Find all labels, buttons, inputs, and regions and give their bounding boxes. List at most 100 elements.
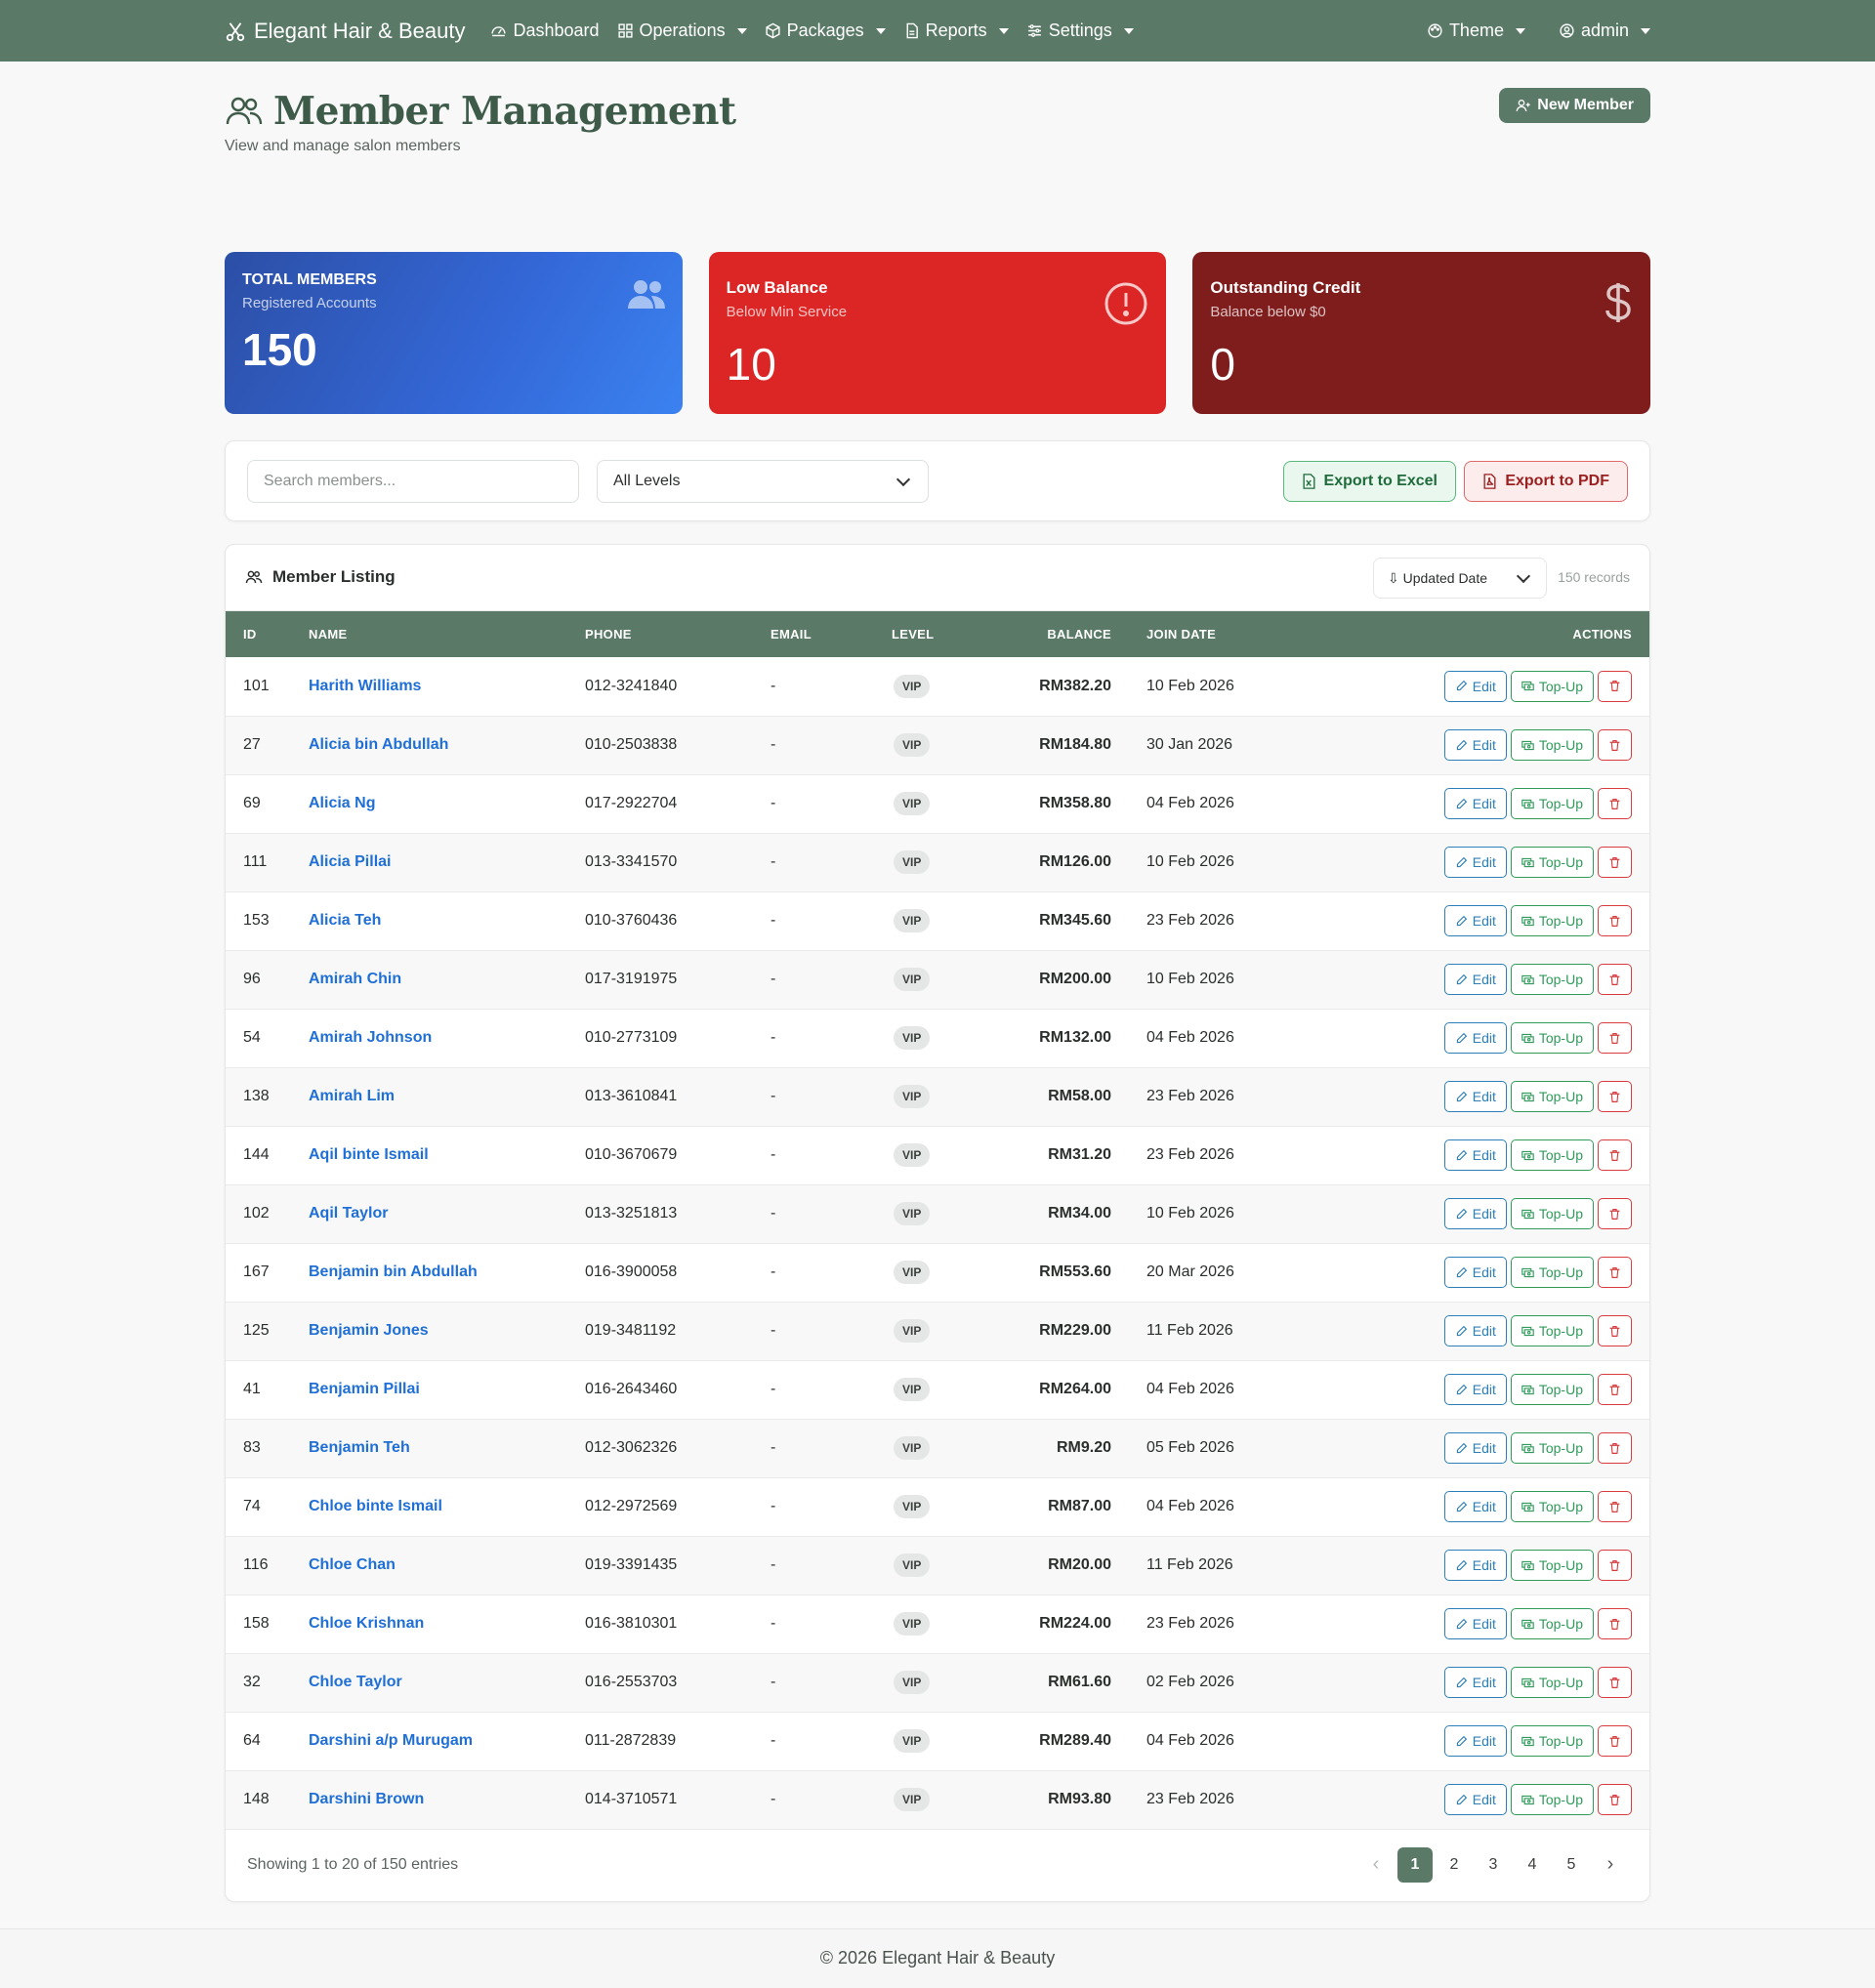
next-page-icon[interactable]: › (1593, 1847, 1628, 1883)
edit-button[interactable]: Edit (1443, 729, 1507, 761)
edit-button[interactable]: Edit (1443, 1432, 1507, 1464)
delete-button[interactable] (1598, 1784, 1632, 1815)
col-email[interactable]: EMAIL (771, 611, 892, 657)
page-2[interactable]: 2 (1437, 1847, 1472, 1883)
nav-user[interactable]: admin (1559, 21, 1650, 41)
level-select[interactable]: All Levels (597, 460, 929, 503)
delete-button[interactable] (1598, 964, 1632, 995)
page-5[interactable]: 5 (1554, 1847, 1589, 1883)
nav-theme[interactable]: Theme (1427, 21, 1525, 41)
edit-button[interactable]: Edit (1443, 1491, 1507, 1522)
nav-settings[interactable]: Settings (1026, 21, 1134, 41)
member-name-link[interactable]: Benjamin Teh (309, 1419, 585, 1478)
topup-button[interactable]: Top-Up (1510, 1608, 1594, 1639)
export-pdf-button[interactable]: Export to PDF (1464, 461, 1628, 502)
member-name-link[interactable]: Benjamin Jones (309, 1302, 585, 1361)
delete-button[interactable] (1598, 1491, 1632, 1522)
search-input[interactable] (247, 460, 579, 503)
member-name-link[interactable]: Benjamin Pillai (309, 1360, 585, 1420)
delete-button[interactable] (1598, 1198, 1632, 1229)
topup-button[interactable]: Top-Up (1510, 1784, 1594, 1815)
member-name-link[interactable]: Alicia Ng (309, 774, 585, 834)
member-name-link[interactable]: Chloe Taylor (309, 1653, 585, 1713)
delete-button[interactable] (1598, 1725, 1632, 1757)
topup-button[interactable]: Top-Up (1510, 1022, 1594, 1054)
edit-button[interactable]: Edit (1443, 670, 1507, 702)
nav-operations[interactable]: Operations (617, 21, 747, 41)
topup-button[interactable]: Top-Up (1510, 1081, 1594, 1112)
col-name[interactable]: NAME (309, 611, 585, 657)
topup-button[interactable]: Top-Up (1510, 1374, 1594, 1405)
topup-button[interactable]: Top-Up (1510, 1432, 1594, 1464)
topup-button[interactable]: Top-Up (1510, 1725, 1594, 1757)
member-name-link[interactable]: Alicia Teh (309, 891, 585, 951)
topup-button[interactable]: Top-Up (1510, 1667, 1594, 1698)
topup-button[interactable]: Top-Up (1510, 1257, 1594, 1288)
member-name-link[interactable]: Amirah Lim (309, 1067, 585, 1127)
edit-button[interactable]: Edit (1443, 1257, 1507, 1288)
topup-button[interactable]: Top-Up (1510, 1315, 1594, 1346)
edit-button[interactable]: Edit (1443, 788, 1507, 819)
delete-button[interactable] (1598, 905, 1632, 936)
edit-button[interactable]: Edit (1443, 1725, 1507, 1757)
edit-button[interactable]: Edit (1443, 1667, 1507, 1698)
topup-button[interactable]: Top-Up (1510, 670, 1594, 702)
edit-button[interactable]: Edit (1443, 1608, 1507, 1639)
brand[interactable]: Elegant Hair & Beauty (225, 19, 465, 44)
topup-button[interactable]: Top-Up (1510, 1198, 1594, 1229)
delete-button[interactable] (1598, 1608, 1632, 1639)
member-name-link[interactable]: Aqil binte Ismail (309, 1126, 585, 1185)
member-name-link[interactable]: Chloe Krishnan (309, 1595, 585, 1654)
member-name-link[interactable]: Darshini a/p Murugam (309, 1712, 585, 1771)
edit-button[interactable]: Edit (1443, 1081, 1507, 1112)
delete-button[interactable] (1598, 847, 1632, 878)
nav-dashboard[interactable]: Dashboard (490, 21, 600, 41)
topup-button[interactable]: Top-Up (1510, 788, 1594, 819)
page-4[interactable]: 4 (1515, 1847, 1550, 1883)
delete-button[interactable] (1598, 1081, 1632, 1112)
delete-button[interactable] (1598, 1550, 1632, 1581)
col-level[interactable]: LEVEL (892, 611, 999, 657)
member-name-link[interactable]: Chloe Chan (309, 1536, 585, 1595)
member-name-link[interactable]: Alicia bin Abdullah (309, 716, 585, 775)
topup-button[interactable]: Top-Up (1510, 1139, 1594, 1171)
delete-button[interactable] (1598, 1315, 1632, 1346)
topup-button[interactable]: Top-Up (1510, 905, 1594, 936)
topup-button[interactable]: Top-Up (1510, 847, 1594, 878)
member-name-link[interactable]: Aqil Taylor (309, 1184, 585, 1244)
delete-button[interactable] (1598, 1374, 1632, 1405)
delete-button[interactable] (1598, 1139, 1632, 1171)
page-1[interactable]: 1 (1397, 1846, 1433, 1883)
edit-button[interactable]: Edit (1443, 1550, 1507, 1581)
edit-button[interactable]: Edit (1443, 1198, 1507, 1229)
col-join-date[interactable]: JOIN DATE (1111, 611, 1307, 657)
nav-reports[interactable]: Reports (903, 21, 1009, 41)
delete-button[interactable] (1598, 1257, 1632, 1288)
topup-button[interactable]: Top-Up (1510, 1491, 1594, 1522)
edit-button[interactable]: Edit (1443, 847, 1507, 878)
member-name-link[interactable]: Amirah Johnson (309, 1009, 585, 1068)
edit-button[interactable]: Edit (1443, 964, 1507, 995)
member-name-link[interactable]: Darshini Brown (309, 1770, 585, 1830)
page-3[interactable]: 3 (1476, 1847, 1511, 1883)
edit-button[interactable]: Edit (1443, 1315, 1507, 1346)
export-excel-button[interactable]: Export to Excel (1282, 461, 1456, 502)
member-name-link[interactable]: Chloe binte Ismail (309, 1477, 585, 1537)
topup-button[interactable]: Top-Up (1510, 964, 1594, 995)
topup-button[interactable]: Top-Up (1510, 729, 1594, 761)
member-name-link[interactable]: Alicia Pillai (309, 833, 585, 892)
delete-button[interactable] (1598, 1022, 1632, 1054)
edit-button[interactable]: Edit (1443, 1022, 1507, 1054)
delete-button[interactable] (1598, 670, 1632, 702)
col-id[interactable]: ID (226, 611, 309, 657)
delete-button[interactable] (1598, 1667, 1632, 1698)
new-member-button[interactable]: New Member (1499, 88, 1650, 123)
member-name-link[interactable]: Benjamin bin Abdullah (309, 1243, 585, 1303)
edit-button[interactable]: Edit (1443, 1374, 1507, 1405)
col-phone[interactable]: PHONE (585, 611, 771, 657)
member-name-link[interactable]: Amirah Chin (309, 950, 585, 1010)
edit-button[interactable]: Edit (1443, 905, 1507, 936)
sort-select[interactable]: ⇩ Updated Date (1373, 558, 1547, 599)
col-balance[interactable]: BALANCE (999, 611, 1111, 657)
topup-button[interactable]: Top-Up (1510, 1550, 1594, 1581)
